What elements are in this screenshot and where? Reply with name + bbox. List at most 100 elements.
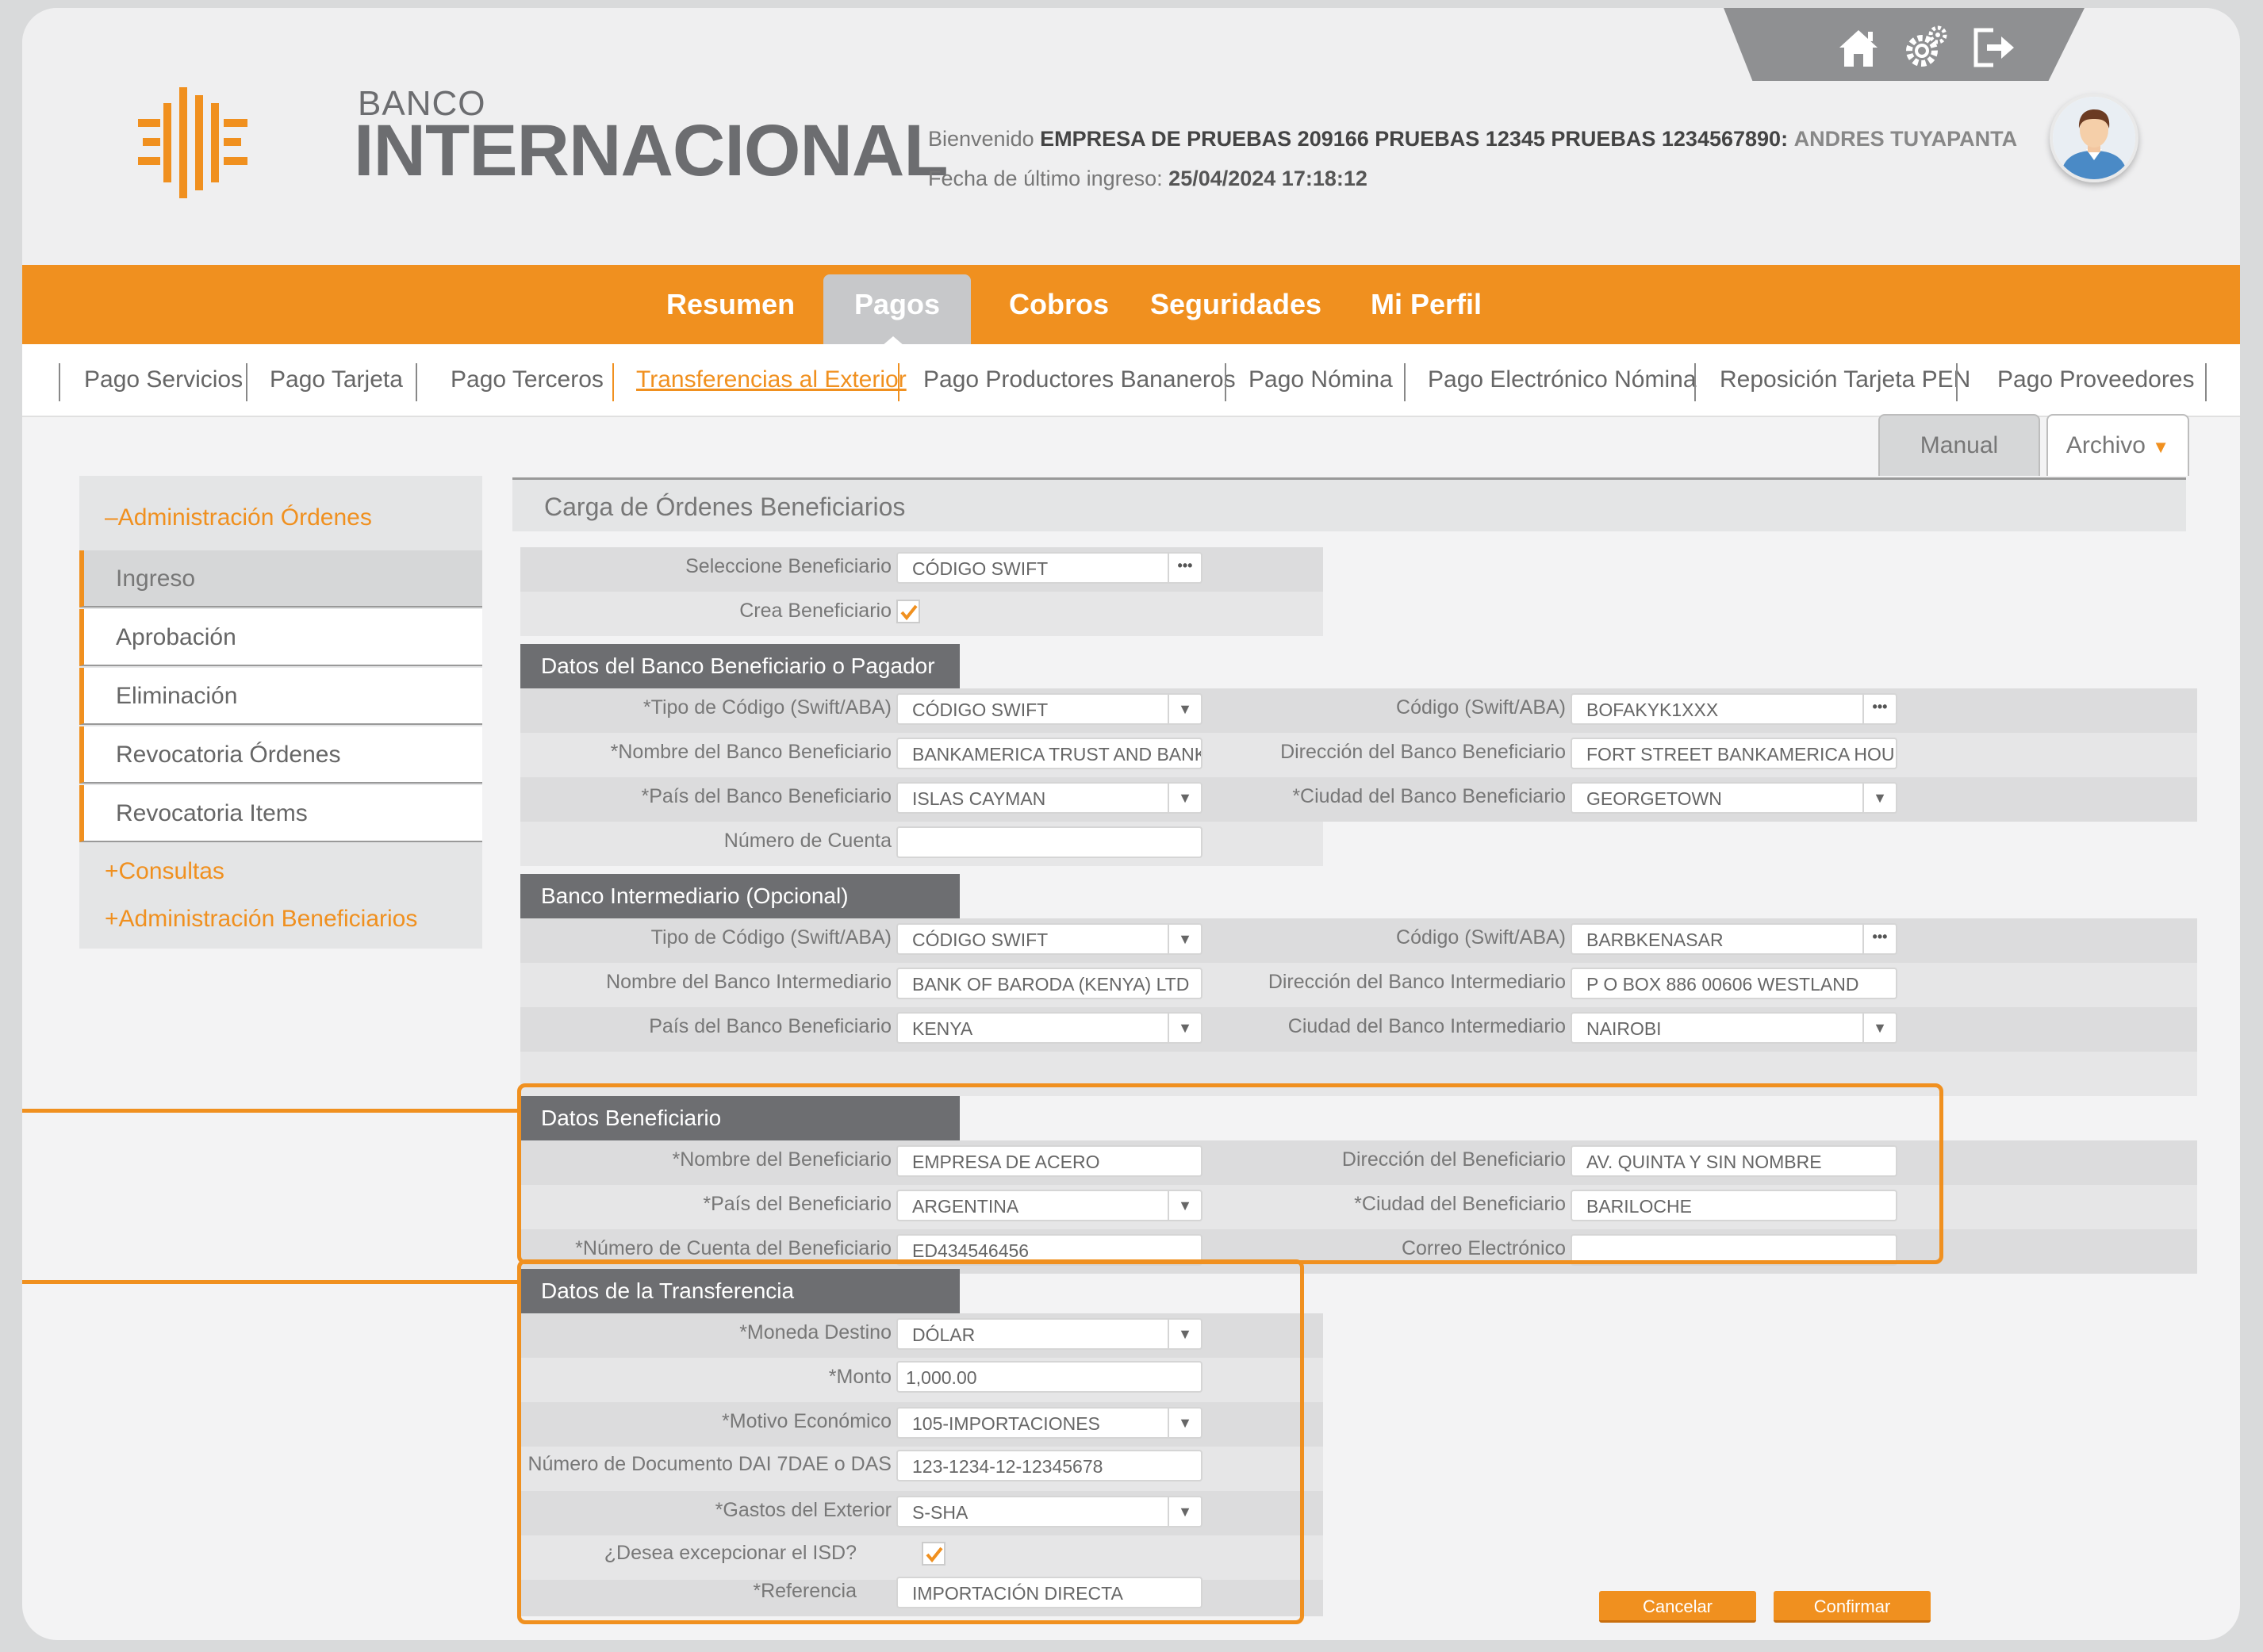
sub-nav-separator: [1225, 363, 1226, 401]
sub-nav-separator: [246, 363, 247, 401]
sidebar-admin-ordenes[interactable]: –Administración Órdenes: [105, 504, 372, 531]
app-window: BANCO INTERNACIONAL Bienvenido EMPRESA D…: [22, 8, 2240, 1640]
user-avatar[interactable]: [2050, 94, 2138, 182]
bb-tipo-value: CÓDIGO SWIFT: [912, 700, 1049, 720]
subnav-pago-tarjeta[interactable]: Pago Tarjeta: [270, 360, 403, 400]
last-login-value: 25/04/2024 17:18:12: [1168, 167, 1367, 190]
seleccione-beneficiario-field[interactable]: CÓDIGO SWIFT •••: [896, 552, 1202, 584]
more-icon[interactable]: •••: [1862, 925, 1896, 953]
checkmark-icon: [900, 604, 918, 621]
sub-nav-separator: [416, 363, 417, 401]
bb-tipo-label: *Tipo de Código (Swift/ABA): [642, 696, 892, 719]
bi-codigo-value: BARBKENASAR: [1586, 929, 1724, 950]
bb-codigo-label: Código (Swift/ABA): [1396, 696, 1566, 719]
subnav-pago-proveedores[interactable]: Pago Proveedores: [1997, 360, 2195, 400]
subnav-pago-electronico-nomina[interactable]: Pago Electrónico Nómina: [1428, 360, 1697, 400]
last-login-label: Fecha de último ingreso:: [928, 167, 1163, 190]
bb-cuenta-label: Número de Cuenta: [723, 830, 892, 852]
sidebar-item-eliminacion[interactable]: Eliminación: [79, 668, 482, 725]
settings-icon[interactable]: [1903, 24, 1950, 71]
sidebar-admin-beneficiarios[interactable]: +Administración Beneficiarios: [105, 906, 417, 933]
page-title: Carga de Órdenes Beneficiarios: [512, 477, 2186, 531]
bi-direccion-field[interactable]: P O BOX 886 00606 WESTLAND: [1571, 968, 1897, 999]
highlight-datos-beneficiario: [517, 1083, 1943, 1264]
bb-ciudad-value: GEORGETOWN: [1586, 788, 1722, 809]
chevron-down-icon: ▼: [1168, 784, 1201, 812]
bb-tipo-select[interactable]: CÓDIGO SWIFT ▼: [896, 693, 1202, 725]
section-banco-beneficiario: Datos del Banco Beneficiario o Pagador: [520, 644, 960, 688]
bi-ciudad-select[interactable]: NAIROBI ▼: [1571, 1012, 1897, 1044]
bi-ciudad-value: NAIROBI: [1586, 1018, 1662, 1039]
subnav-reposicion-tarjeta[interactable]: Reposición Tarjeta PEN: [1720, 360, 1970, 400]
sub-nav-separator: [1694, 363, 1696, 401]
bb-pais-select[interactable]: ISLAS CAYMAN ▼: [896, 782, 1202, 814]
chevron-down-icon: ▼: [1862, 784, 1896, 812]
bb-codigo-value: BOFAKYK1XXX: [1586, 700, 1719, 720]
cancel-button[interactable]: Cancelar: [1599, 1591, 1756, 1623]
seleccione-value: CÓDIGO SWIFT: [912, 558, 1049, 579]
last-login: Fecha de último ingreso: 25/04/2024 17:1…: [928, 167, 1367, 191]
crea-beneficiario-checkbox[interactable]: [896, 600, 920, 623]
subnav-pago-nomina[interactable]: Pago Nómina: [1248, 360, 1393, 400]
chevron-down-icon: ▼: [1168, 1014, 1201, 1042]
bi-nombre-field[interactable]: BANK OF BARODA (KENYA) LTD: [896, 968, 1202, 999]
tab-manual[interactable]: Manual: [1878, 414, 2040, 476]
subnav-pago-servicios[interactable]: Pago Servicios: [84, 360, 243, 400]
sub-nav-separator: [2205, 363, 2207, 401]
logout-icon[interactable]: [1970, 24, 2017, 71]
sub-nav-separator: [612, 363, 614, 401]
user-name: ANDRES TUYAPANTA: [1793, 127, 2018, 151]
more-icon[interactable]: •••: [1168, 554, 1201, 582]
sub-nav: Pago Servicios Pago Tarjeta Pago Tercero…: [22, 344, 2240, 417]
subnav-pago-productores[interactable]: Pago Productores Bananeros: [923, 360, 1236, 400]
sub-nav-separator: [898, 363, 899, 401]
chevron-down-icon: ▼: [2152, 437, 2170, 457]
nav-resumen[interactable]: Resumen: [666, 265, 795, 344]
main-nav: Resumen Pagos Cobros Seguridades Mi Perf…: [22, 265, 2240, 346]
bi-tipo-value: CÓDIGO SWIFT: [912, 929, 1049, 950]
bb-direccion-field[interactable]: FORT STREET BANKAMERICA HOU: [1571, 738, 1897, 769]
tab-archivo-label: Archivo: [2065, 432, 2146, 458]
nav-cobros[interactable]: Cobros: [999, 265, 1118, 344]
tab-archivo[interactable]: Archivo ▼: [2046, 414, 2189, 476]
sidebar-consultas[interactable]: +Consultas: [105, 858, 224, 885]
sidebar-item-revocatoria-items[interactable]: Revocatoria Items: [79, 785, 482, 842]
subnav-transferencias-exterior[interactable]: Transferencias al Exterior: [636, 360, 907, 400]
bi-ciudad-label: Ciudad del Banco Intermediario: [1287, 1015, 1566, 1037]
bb-codigo-field[interactable]: BOFAKYK1XXX •••: [1571, 693, 1897, 725]
seleccione-label: Seleccione Beneficiario: [685, 555, 892, 577]
sub-nav-separator: [59, 363, 60, 401]
sidebar-item-ingreso[interactable]: Ingreso: [79, 550, 482, 608]
crea-label: Crea Beneficiario: [739, 600, 892, 622]
bi-tipo-select[interactable]: CÓDIGO SWIFT ▼: [896, 923, 1202, 955]
bb-ciudad-label: *Ciudad del Banco Beneficiario: [1292, 785, 1566, 807]
bi-pais-value: KENYA: [912, 1018, 973, 1039]
bank-logo: BANCO INTERNACIONAL: [116, 78, 949, 205]
chevron-down-icon: ▼: [1168, 925, 1201, 953]
more-icon[interactable]: •••: [1862, 695, 1896, 723]
bi-codigo-field[interactable]: BARBKENASAR •••: [1571, 923, 1897, 955]
home-icon[interactable]: [1835, 24, 1882, 71]
chevron-down-icon: ▼: [1168, 695, 1201, 723]
bb-cuenta-field[interactable]: [896, 826, 1202, 858]
bi-codigo-label: Código (Swift/ABA): [1396, 926, 1566, 949]
bi-pais-select[interactable]: KENYA ▼: [896, 1012, 1202, 1044]
nav-seguridades[interactable]: Seguridades: [1149, 265, 1323, 344]
nav-mi-perfil[interactable]: Mi Perfil: [1355, 265, 1498, 344]
header: BANCO INTERNACIONAL Bienvenido EMPRESA D…: [22, 8, 2240, 265]
callout-line: [22, 1109, 517, 1113]
bb-ciudad-select[interactable]: GEORGETOWN ▼: [1571, 782, 1897, 814]
sidebar-item-revocatoria-ordenes[interactable]: Revocatoria Órdenes: [79, 726, 482, 784]
confirm-button[interactable]: Confirmar: [1774, 1591, 1931, 1623]
bb-pais-value: ISLAS CAYMAN: [912, 788, 1046, 809]
bi-direccion-label: Dirección del Banco Intermediario: [1268, 971, 1566, 993]
bb-nombre-field[interactable]: BANKAMERICA TRUST AND BANKI: [896, 738, 1202, 769]
nav-pagos[interactable]: Pagos: [823, 274, 971, 344]
subnav-pago-terceros[interactable]: Pago Terceros: [451, 360, 604, 400]
highlight-datos-transferencia: [517, 1259, 1304, 1624]
company-name: EMPRESA DE PRUEBAS 209166 PRUEBAS 12345 …: [1040, 127, 1789, 151]
sidebar-item-aprobacion[interactable]: Aprobación: [79, 609, 482, 666]
bi-pais-label: País del Banco Beneficiario: [649, 1015, 892, 1037]
bi-nombre-label: Nombre del Banco Intermediario: [606, 971, 892, 993]
logo-name-text: INTERNACIONAL: [354, 110, 949, 191]
